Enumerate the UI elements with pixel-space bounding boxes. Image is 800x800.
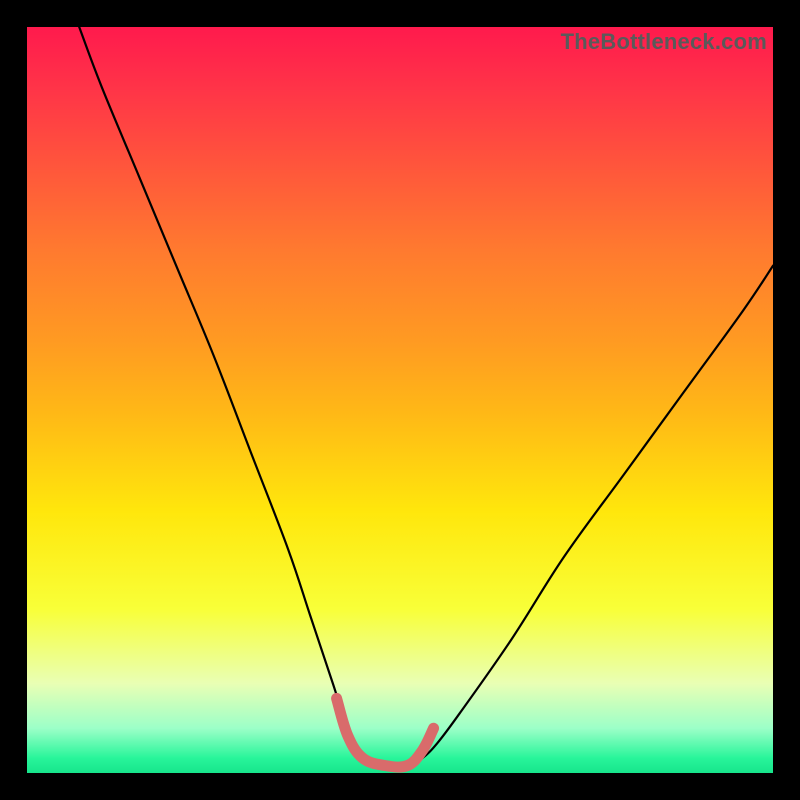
chart-frame: TheBottleneck.com — [0, 0, 800, 800]
curve-main-path — [79, 27, 773, 767]
plot-area: TheBottleneck.com — [27, 27, 773, 773]
curve-accent-path — [337, 698, 434, 767]
bottleneck-curve — [27, 27, 773, 773]
